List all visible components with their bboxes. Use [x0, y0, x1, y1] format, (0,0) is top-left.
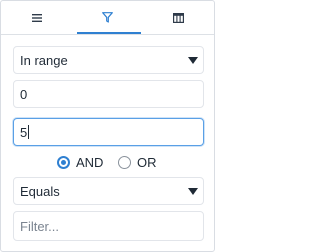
filter1-from-input[interactable]: 0 — [13, 80, 204, 108]
filter2-placeholder: Filter... — [20, 218, 60, 234]
active-tab-indicator — [77, 32, 141, 34]
menu-icon — [31, 13, 42, 22]
filter1-operator-value: In range — [20, 52, 68, 68]
filter2-operator-value: Equals — [20, 183, 60, 199]
chevron-down-icon — [188, 57, 198, 64]
join-or-label: OR — [137, 155, 157, 170]
column-filter-panel: In range 0 5 AND OR Equals Filter... — [0, 0, 215, 252]
radio-unchecked-icon — [118, 156, 131, 169]
radio-checked-icon — [57, 156, 70, 169]
join-operator-group: AND OR — [1, 152, 214, 174]
tab-general[interactable] — [1, 1, 72, 34]
filter2-value-input[interactable]: Filter... — [13, 211, 204, 241]
join-and-label: AND — [76, 155, 104, 170]
filter1-to-value: 5 — [20, 124, 28, 140]
tab-bar — [1, 1, 214, 35]
filter1-to-input[interactable]: 5 — [13, 118, 204, 146]
chevron-down-icon — [188, 188, 198, 195]
text-cursor — [28, 125, 30, 139]
filter-icon — [102, 12, 113, 23]
tab-filter[interactable] — [72, 1, 143, 34]
join-and-radio[interactable]: AND — [57, 155, 103, 170]
filter1-operator-select[interactable]: In range — [13, 46, 204, 74]
columns-icon — [173, 12, 184, 23]
filter2-operator-select[interactable]: Equals — [13, 177, 204, 205]
join-or-radio[interactable]: OR — [118, 155, 157, 170]
tab-columns[interactable] — [143, 1, 214, 34]
filter1-from-value: 0 — [20, 86, 28, 102]
